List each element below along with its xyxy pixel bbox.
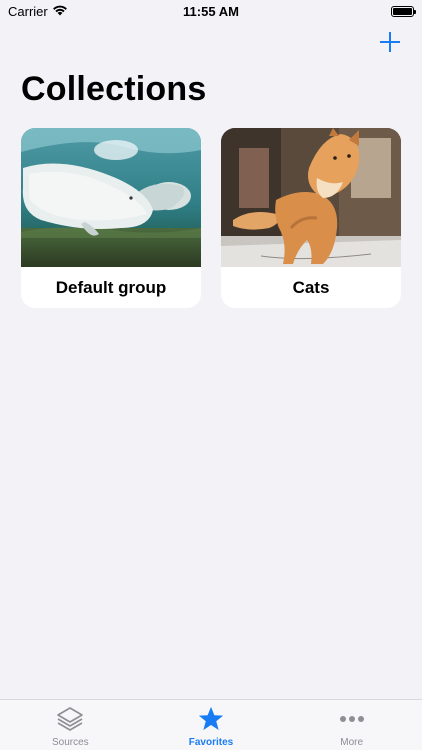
- tab-label: Favorites: [188, 737, 234, 748]
- tab-more[interactable]: More: [281, 700, 422, 750]
- status-bar: Carrier 11:55 AM: [0, 0, 422, 22]
- ellipsis-icon: [338, 705, 366, 733]
- plus-icon: [380, 32, 400, 52]
- status-time: 11:55 AM: [183, 4, 239, 19]
- battery-fill: [393, 7, 412, 15]
- collection-card-cats[interactable]: Cats: [221, 128, 401, 308]
- collection-card-default-group[interactable]: Default group: [21, 128, 201, 308]
- star-icon: [197, 705, 225, 733]
- collections-grid: Default group Cats: [21, 128, 401, 308]
- tab-sources[interactable]: Sources: [0, 700, 141, 750]
- collection-label: Cats: [292, 277, 330, 297]
- beluga-whales-photo: [21, 128, 201, 267]
- add-collection-button[interactable]: [378, 30, 402, 54]
- layers-icon: [56, 705, 84, 733]
- battery-icon: [391, 5, 416, 17]
- tab-bar: Sources Favorites More: [0, 699, 422, 750]
- tab-favorites[interactable]: Favorites: [141, 700, 282, 750]
- page-title: Collections: [21, 70, 207, 108]
- orange-cat-photo: [221, 128, 401, 267]
- collection-label: Default group: [55, 277, 167, 297]
- tab-label: More: [340, 737, 364, 748]
- tab-label: Sources: [51, 737, 89, 748]
